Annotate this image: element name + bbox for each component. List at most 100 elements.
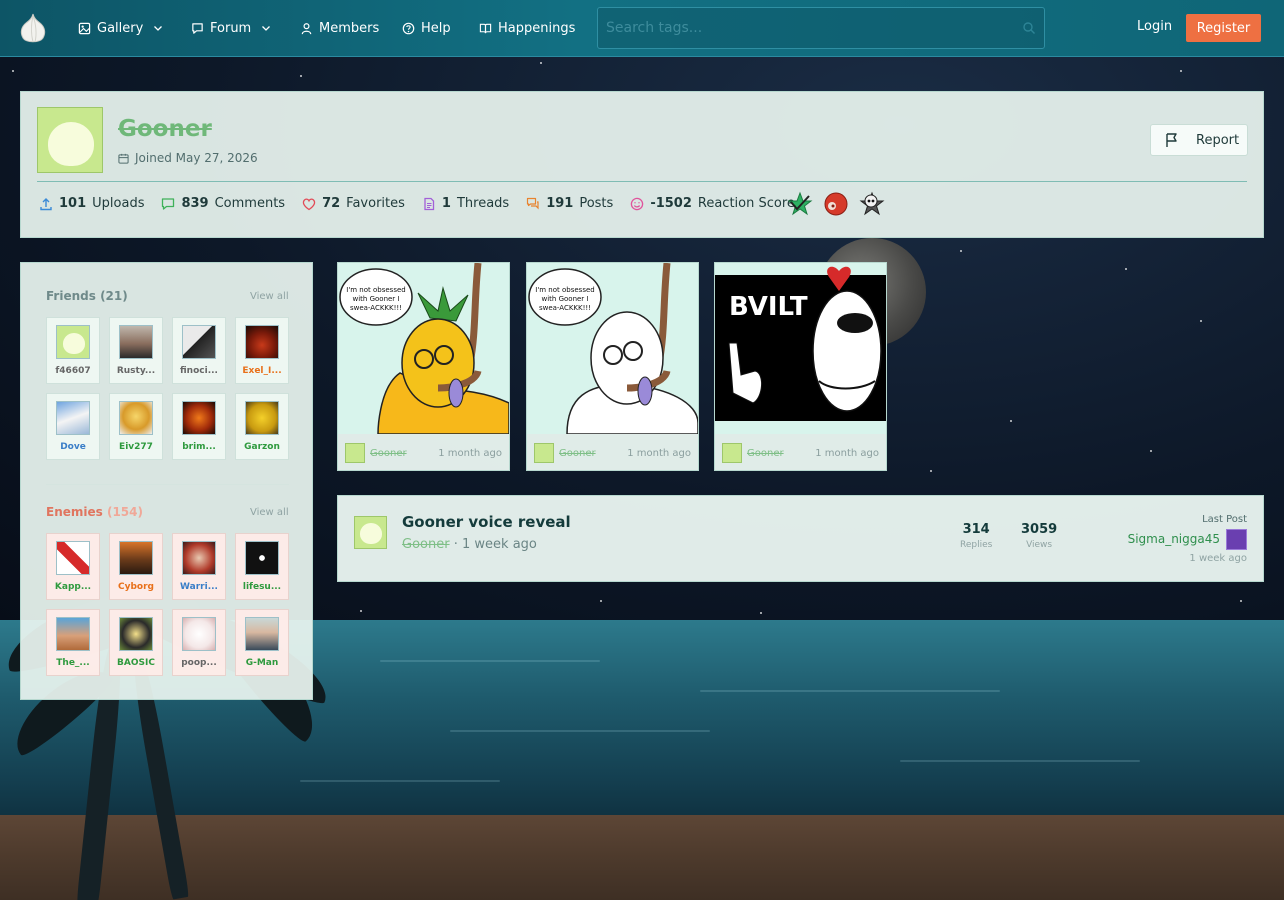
enemy-tile[interactable]: G-Man xyxy=(235,609,289,676)
site-logo-onion-icon[interactable] xyxy=(18,12,48,44)
friend-tile[interactable]: finoci... xyxy=(172,317,226,384)
stat-posts[interactable]: 191 Posts xyxy=(526,196,613,211)
thread-row[interactable]: Gooner voice reveal Gooner · 1 week ago … xyxy=(337,495,1264,582)
views-label: Views xyxy=(1026,540,1053,550)
login-link[interactable]: Login xyxy=(1137,19,1172,34)
thread-author[interactable]: Gooner xyxy=(402,537,450,552)
help-circle-icon xyxy=(402,22,415,34)
enemy-tile[interactable]: lifesu... xyxy=(235,533,289,600)
sand xyxy=(0,815,1284,900)
nav-gallery[interactable]: Gallery xyxy=(78,18,163,38)
star xyxy=(760,612,762,614)
gallery-item-footer: Gooner 1 month ago xyxy=(722,441,879,465)
search-input[interactable] xyxy=(606,20,1022,36)
profile-username: Gooner xyxy=(118,116,212,142)
uploader-name[interactable]: Gooner xyxy=(559,448,596,459)
enemy-tile[interactable]: poop... xyxy=(172,609,226,676)
green-star-badge-icon[interactable] xyxy=(786,190,814,218)
gallery-thumbnail: BVILT xyxy=(715,263,886,434)
star xyxy=(1125,268,1127,270)
thread-title[interactable]: Gooner voice reveal xyxy=(402,513,571,531)
stat-comments[interactable]: 839 Comments xyxy=(161,196,285,211)
svg-text:I'm not obsessed: I'm not obsessed xyxy=(346,286,405,294)
friend-name: brim... xyxy=(182,442,216,452)
nav-happenings[interactable]: Happenings xyxy=(479,18,575,38)
friend-avatar xyxy=(245,325,279,359)
gallery-item-footer: Gooner 1 month ago xyxy=(534,441,691,465)
nav-forum[interactable]: Forum xyxy=(191,18,271,38)
friend-tile[interactable]: brim... xyxy=(172,393,226,460)
gallery-item[interactable]: I'm not obsessed with Gooner I swea-ACKK… xyxy=(526,262,699,471)
nav-help-label: Help xyxy=(421,20,451,36)
star xyxy=(1240,600,1242,602)
gallery-item[interactable]: I'm not obsessed with Gooner I swea-ACKK… xyxy=(337,262,510,471)
friend-tile[interactable]: Rusty... xyxy=(109,317,163,384)
gallery-item[interactable]: BVILT Gooner 1 month ago xyxy=(714,262,887,471)
friend-avatar xyxy=(119,325,153,359)
stat-threads[interactable]: 1 Threads xyxy=(422,196,509,211)
chat-multiple-icon xyxy=(527,197,539,209)
enemy-name: BAOSIC xyxy=(117,658,155,668)
wave xyxy=(380,660,600,662)
stat-label: Uploads xyxy=(92,196,145,211)
friend-tile[interactable]: Garzon xyxy=(235,393,289,460)
star xyxy=(930,470,932,472)
thread-meta: Gooner · 1 week ago xyxy=(402,537,537,552)
nav-gallery-label: Gallery xyxy=(97,20,144,36)
enemies-view-all-link[interactable]: View all xyxy=(250,507,289,518)
friend-name: Dove xyxy=(60,442,86,452)
enemy-avatar xyxy=(56,617,90,651)
chat-bubble-icon xyxy=(192,22,203,34)
nav-members[interactable]: Members xyxy=(300,18,379,38)
profile-header: Gooner Joined May 27, 2026 Report 101 Up… xyxy=(20,91,1264,238)
nav-help[interactable]: Help xyxy=(402,18,451,38)
last-post-avatar[interactable] xyxy=(1226,529,1247,550)
report-label: Report xyxy=(1196,132,1240,148)
friend-tile[interactable]: f46607 xyxy=(46,317,100,384)
chevron-down-icon xyxy=(262,26,271,31)
chevron-down-icon xyxy=(154,26,163,31)
meta-separator: · xyxy=(453,537,458,552)
replies-label: Replies xyxy=(960,540,993,550)
stat-value: 839 xyxy=(181,196,209,211)
uploader-avatar xyxy=(534,443,554,463)
friends-grid: f46607 Rusty... finoci... Exel_I... Dove… xyxy=(46,317,289,460)
stat-value: 1 xyxy=(441,196,451,211)
friend-tile[interactable]: Eiv277 xyxy=(109,393,163,460)
calendar-icon xyxy=(118,153,129,164)
stat-label: Threads xyxy=(456,196,510,211)
enemy-avatar xyxy=(119,617,153,651)
nav-forum-label: Forum xyxy=(210,20,252,36)
enemy-tile[interactable]: Cyborg xyxy=(109,533,163,600)
skull-badge-icon[interactable] xyxy=(858,190,886,218)
friend-avatar xyxy=(119,401,153,435)
uploader-name[interactable]: Gooner xyxy=(370,448,407,459)
wave xyxy=(700,690,1000,692)
friend-avatar xyxy=(56,325,90,359)
friend-tile[interactable]: Dove xyxy=(46,393,100,460)
enemy-tile[interactable]: The_... xyxy=(46,609,100,676)
friends-view-all-link[interactable]: View all xyxy=(250,291,289,302)
stat-favorites[interactable]: 72 Favorites xyxy=(302,196,405,211)
stat-value: 101 xyxy=(59,196,87,211)
report-button[interactable]: Report xyxy=(1150,124,1248,156)
enemy-name: poop... xyxy=(181,658,217,668)
last-post-user[interactable]: Sigma_nigga45 xyxy=(1128,532,1220,546)
enemy-tile[interactable]: Warri... xyxy=(172,533,226,600)
search-icon[interactable] xyxy=(1022,21,1036,35)
profile-divider xyxy=(37,181,1247,182)
last-post-label: Last Post xyxy=(1202,514,1247,525)
enemy-tile[interactable]: Kapp... xyxy=(46,533,100,600)
stat-uploads[interactable]: 101 Uploads xyxy=(39,196,144,211)
uploader-name[interactable]: Gooner xyxy=(747,448,784,459)
wave xyxy=(300,780,500,782)
register-button[interactable]: Register xyxy=(1186,14,1261,42)
friend-tile[interactable]: Exel_I... xyxy=(235,317,289,384)
enemy-tile[interactable]: BAOSIC xyxy=(109,609,163,676)
image-icon xyxy=(78,22,91,34)
stat-reaction-score[interactable]: -1502 Reaction Score xyxy=(630,196,795,211)
thread-replies: 314 Replies xyxy=(960,522,992,550)
wave xyxy=(450,730,710,732)
red-helmet-badge-icon[interactable] xyxy=(822,190,850,218)
views-count: 3059 xyxy=(1021,522,1058,537)
